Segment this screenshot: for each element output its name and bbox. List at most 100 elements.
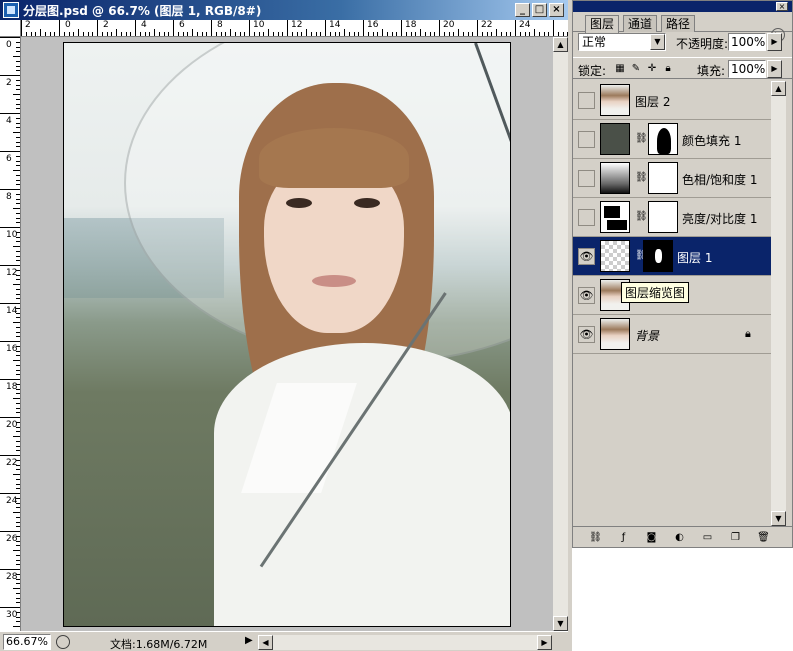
vertical-scrollbar[interactable]: ▲ ▼: [553, 37, 568, 631]
tab-layers[interactable]: 图层: [585, 15, 620, 33]
trash-icon[interactable]: 🗑︎: [757, 531, 770, 544]
zoom-level-input[interactable]: 66.67%: [3, 634, 51, 650]
eye-icon[interactable]: 👁︎: [578, 248, 595, 265]
ruler-tick: [16, 141, 20, 143]
new-group-icon[interactable]: ▭: [701, 531, 714, 544]
visibility-toggle[interactable]: [578, 209, 595, 226]
tab-channels[interactable]: 通道: [623, 15, 658, 32]
layer-row-hue-saturation-1[interactable]: ⛓ 色相/饱和度 1: [573, 159, 771, 198]
layer-mask-thumbnail[interactable]: [648, 123, 678, 155]
layer-thumbnail[interactable]: [600, 84, 630, 116]
palette-titlebar[interactable]: ×: [573, 1, 792, 12]
chain-link-icon[interactable]: ⛓: [635, 211, 648, 222]
ruler-tick: [496, 29, 497, 36]
add-mask-icon[interactable]: ◙: [645, 531, 658, 544]
ruler-origin[interactable]: [0, 20, 21, 37]
ruler-tick: [372, 32, 374, 36]
chevron-down-icon[interactable]: ▼: [650, 34, 665, 50]
ruler-tick: [13, 588, 20, 589]
scroll-up-arrow[interactable]: ▲: [553, 37, 568, 52]
lock-position-icon[interactable]: ✛: [646, 63, 658, 75]
horizontal-scrollbar[interactable]: ◀ ▶: [258, 635, 552, 650]
ruler-tick: [0, 113, 20, 114]
navigator-icon[interactable]: [56, 635, 70, 649]
ruler-label: 12: [291, 20, 303, 30]
lock-transparency-icon[interactable]: ▦: [614, 63, 626, 75]
new-layer-icon[interactable]: ❐: [729, 531, 742, 544]
chain-link-icon[interactable]: ⛓: [635, 172, 648, 183]
layer-mask-thumbnail[interactable]: [648, 201, 678, 233]
opacity-input[interactable]: 100%: [728, 33, 766, 51]
ruler-tick: [16, 79, 20, 81]
link-layers-icon[interactable]: ⛓: [589, 531, 602, 544]
horizontal-ruler[interactable]: 2 0 2 4 6 8 10 12 14 16 18 20 22 24: [21, 20, 568, 37]
document-image[interactable]: [63, 42, 511, 627]
visibility-toggle[interactable]: [578, 131, 595, 148]
ruler-tick: [306, 29, 307, 36]
layer-style-icon[interactable]: ƒ: [617, 531, 630, 544]
layer-row-color-fill-1[interactable]: ⛓ 颜色填充 1: [573, 120, 771, 159]
adjustment-layer-thumbnail[interactable]: [600, 201, 630, 233]
scroll-down-arrow[interactable]: ▼: [771, 511, 786, 526]
lock-pixels-icon[interactable]: ✎: [630, 63, 642, 75]
blend-mode-select[interactable]: 正常 ▼: [578, 33, 666, 51]
ruler-tick: [16, 84, 20, 86]
chain-link-icon[interactable]: ⛓: [635, 133, 648, 144]
tooltip: 图层缩览图: [621, 282, 690, 303]
layer-mask-thumbnail[interactable]: [648, 162, 678, 194]
visibility-toggle[interactable]: [578, 92, 595, 109]
opacity-slider-arrow[interactable]: ▶: [767, 33, 782, 51]
status-bar: 66.67% 文档:1.68M/6.72M ▶ ◀ ▶: [0, 631, 568, 651]
layer-name: 图层 1: [677, 251, 713, 265]
palette-close-button[interactable]: ×: [776, 2, 788, 11]
layer-row-background[interactable]: 👁︎ 背景 🔒︎: [573, 315, 771, 354]
ruler-tick: [296, 32, 298, 36]
layer-thumbnail[interactable]: [600, 318, 630, 350]
scroll-down-arrow[interactable]: ▼: [553, 616, 568, 631]
ruler-tick: [16, 459, 20, 461]
visibility-toggle[interactable]: [578, 170, 595, 187]
layer-list-scrollbar[interactable]: ▲ ▼: [771, 81, 786, 526]
vertical-ruler[interactable]: 0 2 4 6 8 10 12 14 16 18 20 22 24 26 28 …: [0, 37, 21, 631]
ruler-tick: [35, 32, 37, 36]
ruler-tick: [120, 32, 122, 36]
layer-row-layer-1[interactable]: 👁︎ ⛓ 图层 1: [573, 237, 771, 276]
ruler-tick: [130, 32, 132, 36]
ruler-tick: [553, 20, 554, 36]
fill-input[interactable]: 100%: [728, 60, 766, 78]
layer-thumbnail[interactable]: [600, 240, 630, 272]
layer-row-brightness-contrast-1[interactable]: ⛓ 亮度/对比度 1: [573, 198, 771, 237]
ruler-tick: [467, 32, 469, 36]
scroll-up-arrow[interactable]: ▲: [771, 81, 786, 96]
ruler-tick: [234, 32, 236, 36]
ruler-tick: [16, 274, 20, 276]
ruler-tick: [16, 369, 20, 371]
layer-mask-thumbnail[interactable]: [643, 240, 673, 272]
ruler-tick: [282, 32, 284, 36]
ruler-tick: [16, 573, 20, 575]
eye-icon[interactable]: 👁︎: [578, 287, 595, 304]
status-menu-arrow-icon[interactable]: ▶: [245, 635, 253, 646]
scroll-left-arrow[interactable]: ◀: [258, 635, 273, 650]
scroll-right-arrow[interactable]: ▶: [537, 635, 552, 650]
ruler-tick: [16, 317, 20, 319]
subject-eye-right: [354, 198, 380, 208]
ruler-tick: [16, 526, 20, 528]
ruler-tick: [16, 160, 20, 162]
close-button[interactable]: ×: [549, 3, 564, 17]
tab-paths[interactable]: 路径: [661, 15, 696, 32]
subject-bangs: [259, 128, 409, 188]
new-adjustment-layer-icon[interactable]: ◐: [673, 531, 686, 544]
maximize-button[interactable]: □: [532, 3, 547, 17]
layer-row-layer-2[interactable]: 图层 2: [573, 81, 771, 120]
canvas-area[interactable]: [21, 37, 553, 631]
minimize-button[interactable]: _: [515, 3, 530, 17]
ruler-tick: [505, 32, 507, 36]
fill-slider-arrow[interactable]: ▶: [767, 60, 782, 78]
ruler-tick: [13, 436, 20, 437]
eye-icon[interactable]: 👁︎: [578, 326, 595, 343]
document-titlebar[interactable]: 分层图.psd @ 66.7% (图层 1, RGB/8#) _ □ ×: [0, 0, 568, 20]
lock-all-icon[interactable]: 🔒︎: [662, 63, 674, 75]
fill-layer-thumbnail[interactable]: [600, 123, 630, 155]
adjustment-layer-thumbnail[interactable]: [600, 162, 630, 194]
